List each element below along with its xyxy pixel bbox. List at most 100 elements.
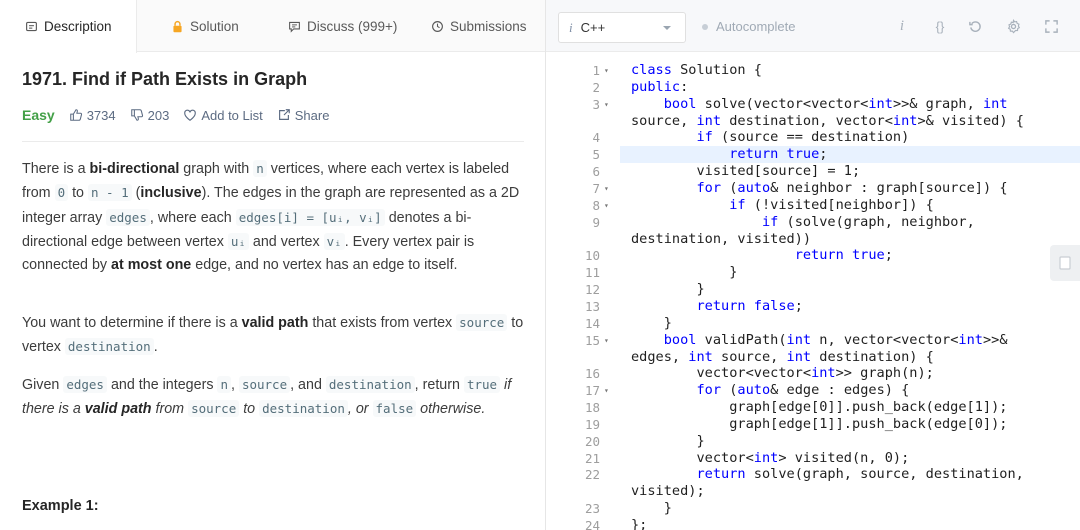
line-number: 4 <box>592 130 600 146</box>
tab-description-label: Description <box>44 19 112 34</box>
line-number: 3 <box>592 96 600 112</box>
chevron-down-icon <box>663 26 671 30</box>
code-line: for (auto& edge : edges) { <box>696 382 910 399</box>
line-number: 18 <box>584 400 600 415</box>
reset-icon[interactable] <box>967 18 983 34</box>
line-number: 9 <box>592 214 600 230</box>
code-line: graph[edge[0]].push_back(edge[1]); <box>631 399 1008 415</box>
tab-submissions-label: Submissions <box>450 18 527 34</box>
fold-arrow-icon[interactable]: ▾ <box>604 332 609 349</box>
line-number: 1 <box>592 63 600 78</box>
code-line: destination, visited)) <box>631 230 812 247</box>
code-line: } <box>631 432 705 449</box>
line-number: 21 <box>584 450 600 466</box>
fullscreen-icon[interactable] <box>1043 18 1059 34</box>
line-number: 13 <box>584 298 600 314</box>
difficulty-badge: Easy <box>22 107 55 123</box>
like-count: 3734 <box>86 107 116 123</box>
code-line: return solve(graph, source, destination, <box>696 466 1024 483</box>
line-number: 16 <box>584 366 600 382</box>
code-line: bool solve(vector<vector<int>>& graph, i… <box>663 95 1008 112</box>
code-line: edges, int source, int destination) { <box>631 348 934 365</box>
add-to-list-label: Add to List <box>201 107 263 123</box>
code-line: visited); <box>631 483 705 500</box>
code-line: if (!visited[neighbor]) { <box>729 196 934 213</box>
braces-icon[interactable]: {} <box>930 18 950 34</box>
tab-description[interactable]: Description <box>0 0 137 53</box>
discuss-icon <box>289 21 300 33</box>
code-line: } <box>631 264 738 281</box>
description-icon <box>26 21 37 32</box>
problem-pane: Description Solution Discuss (999+) Subm… <box>0 0 546 530</box>
tab-solution[interactable]: Solution <box>171 0 239 52</box>
fold-arrow-icon[interactable]: ▾ <box>604 382 609 399</box>
code-line: return true; <box>729 146 828 163</box>
code-line: graph[edge[1]].push_back(edge[0]); <box>631 415 1008 432</box>
code-line: if (source == destination) <box>696 129 910 146</box>
code-line: } <box>631 500 672 517</box>
clock-icon <box>432 20 443 32</box>
line-number: 11 <box>584 265 600 281</box>
autocomplete-label: Autocomplete <box>716 19 796 34</box>
language-select[interactable]: i C++ <box>558 12 686 43</box>
language-icon: i <box>569 19 573 35</box>
fold-arrow-icon[interactable]: ▾ <box>604 197 609 214</box>
code-line: vector<vector<int>> graph(n); <box>631 365 934 382</box>
line-number: 23 <box>584 501 600 517</box>
code-line: return false; <box>696 297 803 314</box>
line-number: 10 <box>584 248 600 264</box>
add-to-list-button[interactable]: Add to List <box>183 107 263 123</box>
heart-icon <box>184 109 197 121</box>
line-number: 22 <box>584 467 600 483</box>
copy-icon[interactable] <box>1050 245 1080 281</box>
divider <box>22 141 524 142</box>
description-paragraph-2: You want to determine if there is a vali… <box>22 314 524 356</box>
line-number: 15 <box>584 332 600 348</box>
tab-submissions[interactable]: Submissions <box>431 0 527 52</box>
tab-discuss-label: Discuss (999+) <box>307 18 398 34</box>
tab-discuss[interactable]: Discuss (999+) <box>288 0 397 52</box>
fold-arrow-icon[interactable]: ▾ <box>604 180 609 197</box>
code-line: visited[source] = 1; <box>631 163 861 180</box>
line-number: 8 <box>592 197 600 213</box>
editor-toolbar: i C++ Autocomplete i {} <box>546 0 1080 52</box>
fold-arrow-icon[interactable]: ▾ <box>604 96 609 113</box>
code-line: public: <box>631 78 689 95</box>
tab-solution-label: Solution <box>190 18 239 34</box>
share-label: Share <box>294 107 330 123</box>
dislike-button[interactable]: 203 <box>130 107 170 123</box>
line-number: 19 <box>584 416 600 432</box>
problem-meta: Easy 3734 203 Add to List Share <box>22 105 343 125</box>
line-number: 5 <box>592 147 600 163</box>
line-number: 20 <box>584 433 600 449</box>
code-line: for (auto& neighbor : graph[source]) { <box>696 180 1008 196</box>
fold-arrow-icon[interactable]: ▾ <box>604 62 609 79</box>
description-paragraph-3: Given edges and the integers n, source, … <box>22 376 512 418</box>
lock-icon <box>173 20 182 32</box>
like-button[interactable]: 3734 <box>69 108 116 123</box>
line-number: 24 <box>584 518 600 530</box>
thumbs-up-icon <box>69 109 82 121</box>
editor-pane: i C++ Autocomplete i {} 1 ▾ 2 3 ▾ 4 5 6 7 ▾ 8 ▾ 9 10 1… <box>546 0 1080 530</box>
code-editor[interactable]: 1 ▾ 2 3 ▾ 4 5 6 7 ▾ 8 ▾ 9 10 11 12 13 14 15 ▾ 16 17 ▾ 18 19 20 21 2… <box>546 52 1080 530</box>
dislike-count: 203 <box>147 107 170 123</box>
line-number: 7 <box>592 181 600 196</box>
code-line: if (solve(graph, neighbor, <box>761 213 975 230</box>
example-heading: Example 1: <box>22 498 99 514</box>
code-line: class Solution { <box>631 62 762 78</box>
line-number: 14 <box>584 315 600 331</box>
settings-icon[interactable] <box>1005 18 1021 34</box>
code-line: source, int destination, vector<int>& vi… <box>631 112 1024 129</box>
autocomplete-toggle[interactable]: Autocomplete <box>702 19 796 34</box>
autocomplete-dot-icon <box>702 23 708 30</box>
line-number: 17 <box>584 383 600 399</box>
problem-title: 1971. Find if Path Exists in Graph <box>22 69 308 89</box>
code-line: vector<int> visited(n, 0); <box>631 449 910 466</box>
info-icon[interactable]: i <box>894 18 910 34</box>
share-button[interactable]: Share <box>277 107 330 123</box>
code-line: return true; <box>794 247 893 264</box>
language-value: C++ <box>580 20 606 35</box>
line-number: 6 <box>592 164 600 180</box>
description-paragraph-1: There is a bi-directional graph with n v… <box>22 160 520 274</box>
thumbs-down-icon <box>130 109 143 121</box>
